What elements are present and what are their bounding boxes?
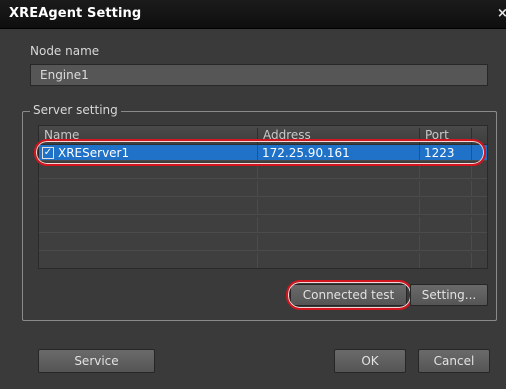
- empty-row: [39, 235, 487, 251]
- checkbox-checked-icon[interactable]: ✓: [42, 147, 54, 159]
- ok-button[interactable]: OK: [334, 349, 406, 373]
- server-address: 172.25.90.161: [262, 146, 350, 160]
- column-header-port[interactable]: Port: [420, 128, 472, 144]
- empty-row: [39, 253, 487, 268]
- server-list-header: Name Address Port: [39, 126, 487, 145]
- title-bar: XREAgent Setting ×: [0, 0, 506, 29]
- close-icon[interactable]: ×: [497, 6, 506, 21]
- empty-row: [39, 181, 487, 197]
- window-title: XREAgent Setting: [9, 6, 142, 21]
- address-cell: 172.25.90.161: [258, 145, 420, 161]
- server-list[interactable]: Name Address Port ✓ XREServer1 172.25.90…: [38, 125, 488, 269]
- server-port: 1223: [424, 146, 455, 160]
- empty-row: [39, 163, 487, 179]
- setting-button[interactable]: Setting...: [410, 284, 488, 306]
- server-setting-legend: Server setting: [30, 103, 121, 117]
- column-header-address[interactable]: Address: [258, 128, 420, 144]
- service-button[interactable]: Service: [38, 349, 155, 373]
- column-header-name[interactable]: Name: [39, 128, 258, 144]
- cancel-button[interactable]: Cancel: [418, 349, 490, 373]
- port-cell: 1223: [420, 145, 472, 161]
- node-name-label: Node name: [30, 44, 100, 58]
- empty-row: [39, 217, 487, 233]
- table-row[interactable]: ✓ XREServer1 172.25.90.161 1223: [39, 145, 487, 161]
- server-name: XREServer1: [58, 146, 130, 160]
- connected-test-button[interactable]: Connected test: [290, 284, 407, 306]
- empty-row: [39, 199, 487, 215]
- name-cell: ✓ XREServer1: [39, 145, 258, 161]
- node-name-input[interactable]: [30, 64, 488, 86]
